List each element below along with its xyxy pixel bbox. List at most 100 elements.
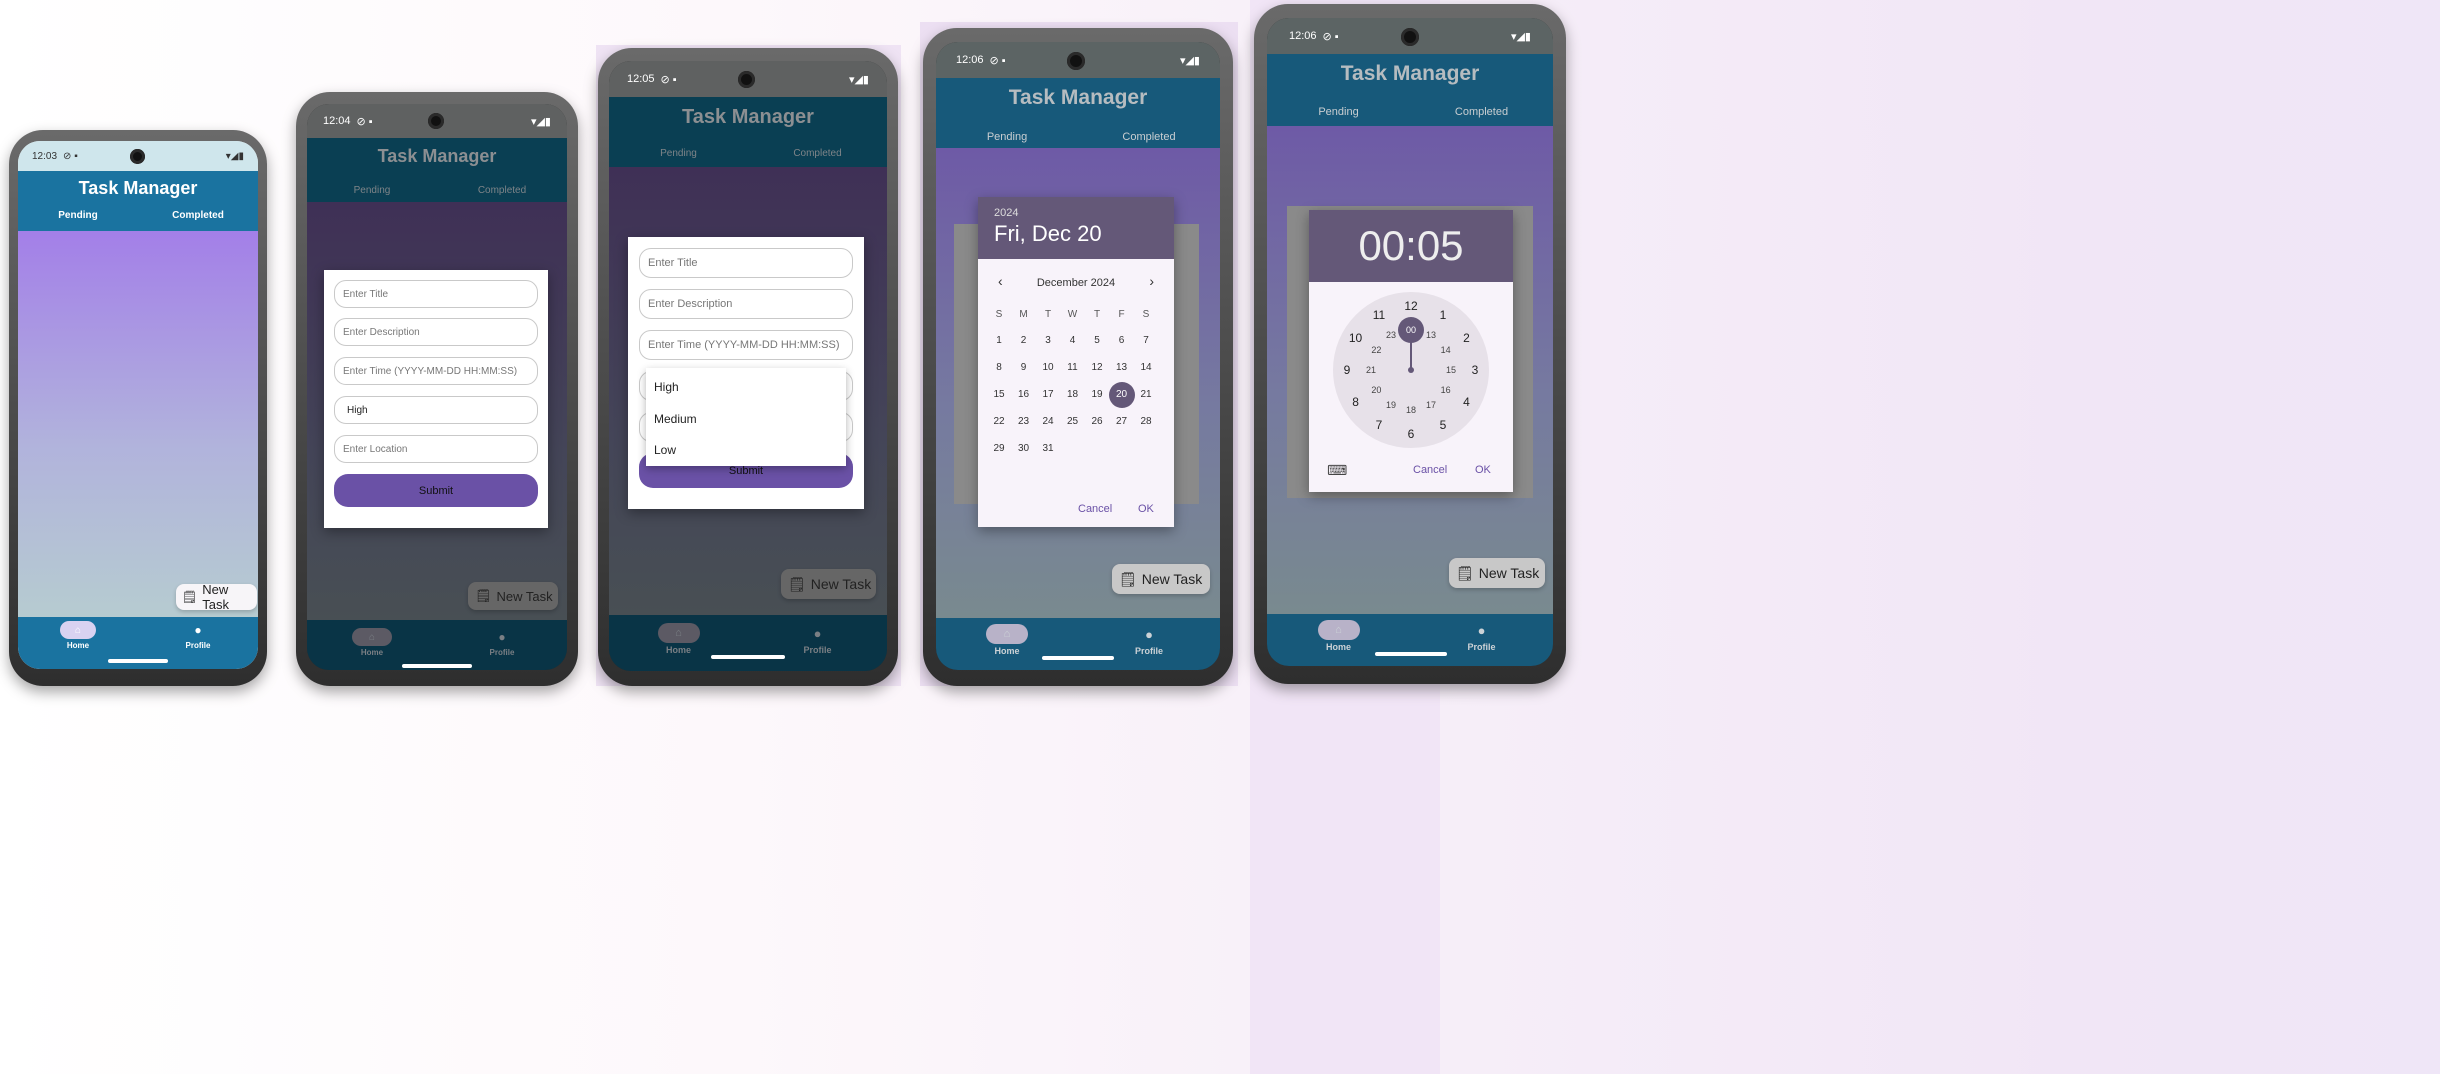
time-input[interactable]: Enter Time (YYYY-MM-DD HH:MM:SS): [334, 357, 538, 385]
priority-option-low[interactable]: Low: [654, 443, 676, 457]
time-ok-button[interactable]: OK: [1475, 464, 1491, 476]
nav-profile[interactable]: ● Profile: [748, 615, 887, 671]
profile-icon: ●: [813, 625, 822, 641]
tab-pending[interactable]: Pending: [609, 137, 748, 167]
task-icon: 🗒: [1119, 570, 1137, 587]
phone-3: 12:05 ⊘ ▪ ▾◢▮ Task Manager Pending Comple…: [598, 48, 898, 686]
nav-profile[interactable]: ● Profile: [1078, 618, 1220, 670]
location-input[interactable]: Enter Location: [334, 435, 538, 463]
new-task-button[interactable]: 🗒 New Task: [1449, 558, 1545, 588]
clock-hour-inner[interactable]: 18: [1406, 405, 1416, 415]
clock-hour[interactable]: 5: [1440, 418, 1447, 432]
description-input[interactable]: Enter Description: [639, 289, 853, 319]
tab-completed[interactable]: Completed: [748, 137, 887, 167]
calendar-day[interactable]: 28: [1131, 416, 1161, 427]
profile-icon: ●: [1145, 626, 1153, 642]
clock-hour-inner[interactable]: 19: [1386, 400, 1396, 410]
phone-3-screen: 12:05 ⊘ ▪ ▾◢▮ Task Manager Pending Comple…: [609, 61, 887, 671]
home-icon: ⌂: [352, 628, 392, 646]
clock-hour-inner[interactable]: 00: [1398, 317, 1424, 343]
clock-hour-inner[interactable]: 13: [1426, 330, 1436, 340]
calendar-day[interactable]: 31: [1033, 443, 1063, 454]
clock-hour[interactable]: 7: [1376, 418, 1383, 432]
new-task-button[interactable]: 🗒 New Task: [468, 582, 558, 610]
tab-completed[interactable]: Completed: [437, 174, 567, 202]
picker-year[interactable]: 2024: [994, 207, 1018, 219]
tab-pending[interactable]: Pending: [936, 118, 1078, 148]
tab-bar: Pending Completed: [307, 174, 567, 202]
nav-home[interactable]: ⌂ Home: [1267, 614, 1410, 666]
nav-home[interactable]: ⌂ Home: [936, 618, 1078, 670]
camera-icon: [130, 149, 145, 164]
nav-home[interactable]: ⌂ Home: [307, 620, 437, 670]
new-task-button[interactable]: 🗒 New Task: [176, 582, 257, 612]
priority-dropdown-menu: High Medium Low: [646, 368, 846, 466]
status-time: 12:04: [323, 115, 351, 127]
clock-hour[interactable]: 10: [1349, 331, 1362, 345]
priority-option-medium[interactable]: Medium: [654, 412, 697, 426]
date-cancel-button[interactable]: Cancel: [1078, 503, 1112, 515]
gesture-bar: [402, 664, 472, 668]
clock-hour[interactable]: 3: [1472, 363, 1479, 377]
time-cancel-button[interactable]: Cancel: [1413, 464, 1447, 476]
clock-hour-inner[interactable]: 21: [1366, 365, 1376, 375]
weekday-label: S: [1142, 309, 1150, 320]
clock-hour[interactable]: 4: [1463, 395, 1470, 409]
tab-pending[interactable]: Pending: [18, 205, 138, 231]
clock-hour[interactable]: 9: [1344, 363, 1351, 377]
tab-completed[interactable]: Completed: [1078, 118, 1220, 148]
nav-profile[interactable]: ● Profile: [1410, 614, 1553, 666]
gesture-bar: [108, 659, 168, 663]
clock-hour-inner[interactable]: 15: [1446, 365, 1456, 375]
clock-hour-inner[interactable]: 14: [1441, 345, 1451, 355]
title-input[interactable]: Enter Title: [639, 248, 853, 278]
keyboard-icon[interactable]: ⌨: [1327, 462, 1347, 479]
next-month-icon[interactable]: ›: [1149, 273, 1154, 289]
clock-hour-inner[interactable]: 23: [1386, 330, 1396, 340]
priority-option-high[interactable]: High: [654, 380, 679, 394]
clock-hour[interactable]: 11: [1373, 308, 1385, 322]
new-task-dialog: Enter Title Enter Description Enter Time…: [628, 237, 864, 509]
phone-1-screen: 12:03 ⊘ ▪ ▾◢▮ Task Manager Pending Comple…: [18, 141, 258, 669]
task-list-area: [18, 231, 258, 621]
task-icon: 🗒: [182, 590, 198, 604]
tab-pending[interactable]: Pending: [1267, 94, 1410, 126]
new-task-button[interactable]: 🗒 New Task: [1112, 564, 1210, 594]
date-ok-button[interactable]: OK: [1138, 503, 1154, 515]
description-input[interactable]: Enter Description: [334, 318, 538, 346]
tab-pending[interactable]: Pending: [307, 174, 437, 202]
title-input[interactable]: Enter Title: [334, 280, 538, 308]
bottom-nav: ⌂ Home ● Profile: [936, 618, 1220, 670]
nav-profile[interactable]: ● Profile: [437, 620, 567, 670]
calendar-day[interactable]: 14: [1131, 362, 1161, 373]
calendar-day[interactable]: 21: [1131, 389, 1161, 400]
clock-hour[interactable]: 6: [1408, 427, 1415, 441]
time-input[interactable]: Enter Time (YYYY-MM-DD HH:MM:SS): [639, 330, 853, 360]
clock-hour-inner[interactable]: 20: [1371, 385, 1381, 395]
clock-hour[interactable]: 12: [1404, 299, 1417, 313]
new-task-button[interactable]: 🗒 New Task: [781, 569, 876, 599]
picker-selected-time[interactable]: 00:05: [1309, 222, 1513, 270]
bottom-nav: ⌂ Home ● Profile: [1267, 614, 1553, 666]
clock-hour[interactable]: 2: [1463, 331, 1470, 345]
month-label[interactable]: December 2024: [978, 277, 1174, 289]
tab-completed[interactable]: Completed: [138, 205, 258, 231]
clock-face[interactable]: 12 1 2 3 4 5 6 7 8 9 10 11 00 13 14 15 16 17 18 19 20 21 22 23: [1333, 292, 1489, 448]
tab-completed[interactable]: Completed: [1410, 94, 1553, 126]
app-title: Task Manager: [936, 78, 1220, 118]
calendar-day[interactable]: 19: [1082, 389, 1112, 400]
app-title: Task Manager: [609, 97, 887, 137]
clock-hour-inner[interactable]: 22: [1371, 345, 1381, 355]
clock-hour[interactable]: 1: [1440, 308, 1447, 322]
clock-hour-inner[interactable]: 17: [1426, 400, 1436, 410]
camera-icon: [1067, 52, 1085, 70]
clock-hour[interactable]: 8: [1352, 395, 1359, 409]
home-icon: ⌂: [986, 624, 1028, 644]
clock-hour-inner[interactable]: 16: [1441, 385, 1451, 395]
nav-home[interactable]: ⌂ Home: [609, 615, 748, 671]
priority-select[interactable]: High: [334, 396, 538, 424]
gesture-bar: [711, 655, 785, 659]
submit-button[interactable]: Submit: [334, 474, 538, 507]
calendar-day[interactable]: 7: [1131, 335, 1161, 346]
task-icon: 🗒: [788, 575, 806, 592]
